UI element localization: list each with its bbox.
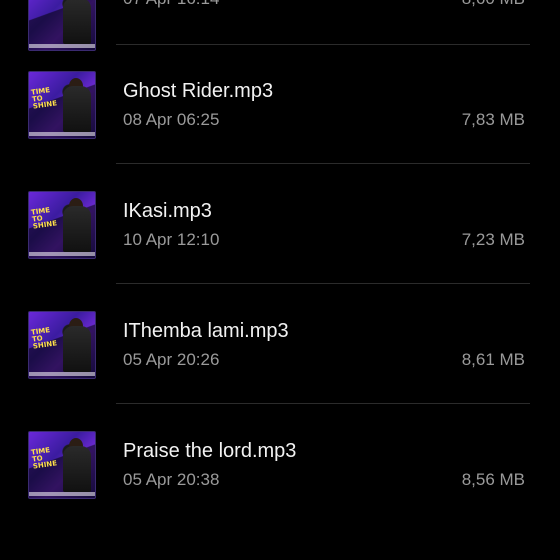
artist-figure: [63, 326, 91, 372]
file-size: 7,23 MB: [461, 230, 525, 249]
album-art-title: TIME TO SHINE: [30, 446, 58, 471]
album-art-thumbnail: TIME TO SHINE: [28, 71, 96, 139]
file-name: IThemba lami.mp3: [123, 320, 289, 342]
art-footer-strip: [29, 132, 95, 136]
file-date: 05 Apr 20:26: [123, 350, 220, 369]
artist-figure: [63, 0, 91, 44]
file-date: 08 Apr 06:25: [123, 110, 220, 129]
artist-figure: [63, 86, 91, 132]
artist-figure: [63, 446, 91, 492]
artist-figure: [63, 206, 91, 252]
file-date: 07 Apr 16:14: [123, 0, 219, 9]
art-footer-strip: [29, 372, 95, 376]
album-art-thumbnail: TIME TO SHINE: [28, 311, 96, 379]
file-name: Ghost Rider.mp3: [123, 80, 274, 102]
album-art-thumbnail: TIME TO SHINE: [28, 191, 96, 259]
file-name: IKasi.mp3: [123, 200, 212, 222]
file-date: 10 Apr 12:10: [123, 230, 220, 249]
file-size: 8,60 MB: [462, 0, 525, 9]
file-row[interactable]: 07 Apr 16:14 8,60 MB: [0, 0, 560, 51]
art-footer-strip: [29, 492, 95, 496]
album-art-title: TIME TO SHINE: [30, 326, 58, 351]
file-row[interactable]: TIME TO SHINE Ghost Rider.mp3 08 Apr 06:…: [0, 44, 560, 164]
file-size: 8,61 MB: [461, 350, 525, 369]
file-size: 8,56 MB: [461, 470, 525, 489]
art-footer-strip: [29, 252, 95, 256]
album-art-title: TIME TO SHINE: [30, 86, 58, 111]
file-name: Praise the lord.mp3: [123, 440, 297, 462]
file-size: 7,83 MB: [461, 110, 525, 129]
file-row[interactable]: TIME TO SHINE IKasi.mp3 10 Apr 12:10 7,2…: [0, 164, 560, 284]
album-art-thumbnail: TIME TO SHINE: [28, 431, 96, 499]
album-art-title: TIME TO SHINE: [30, 206, 58, 231]
file-row[interactable]: TIME TO SHINE Praise the lord.mp3 05 Apr…: [0, 404, 560, 524]
file-date: 05 Apr 20:38: [123, 470, 220, 489]
file-row[interactable]: TIME TO SHINE IThemba lami.mp3 05 Apr 20…: [0, 284, 560, 404]
